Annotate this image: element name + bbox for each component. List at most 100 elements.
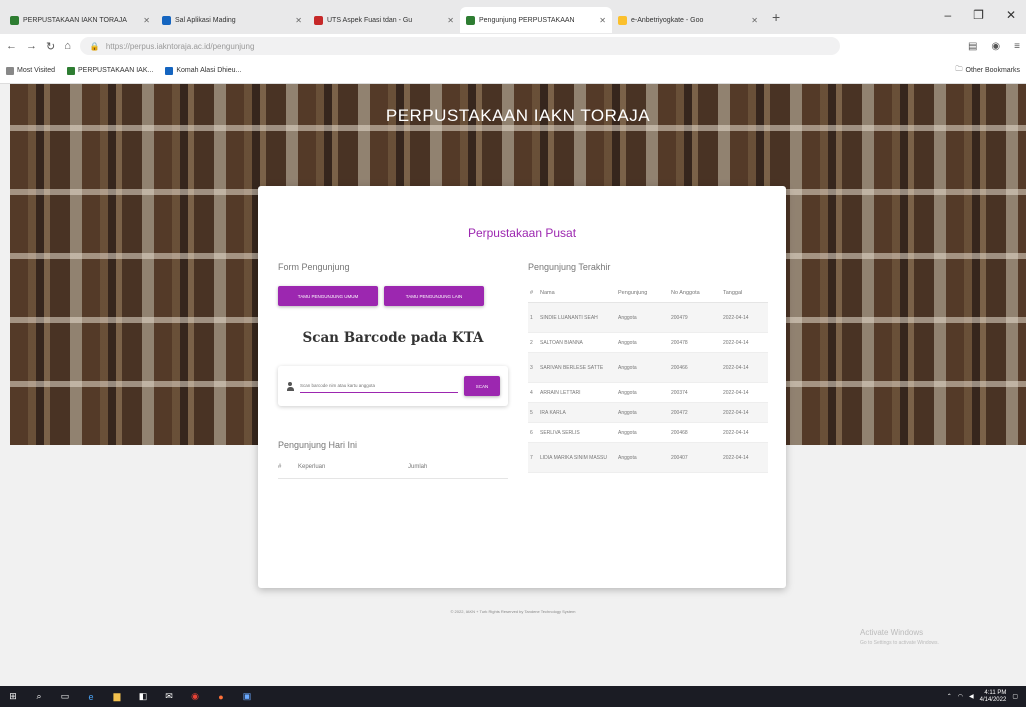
account-icon[interactable]: ◉ (991, 41, 1000, 52)
new-tab-button[interactable]: + (772, 9, 780, 25)
other-visitor-button[interactable]: TAMU PENGUNJUNG LAIN (384, 286, 484, 306)
bookmark-favicon-icon (165, 66, 174, 75)
guest-visitor-button[interactable]: TAMU PENGUNJUNG UMUM (278, 286, 378, 306)
windows-taskbar: ⊞ ⌕ ▭ e ▆ ◧ ✉ ◉ ● ▣ ⌃ ◠ ◀ 4:11 PM 4/14/2… (0, 686, 1026, 707)
forward-icon[interactable]: → (26, 40, 37, 52)
tab-title: PERPUSTAKAAN IAKN TORAJA (23, 16, 127, 24)
table-row: 1 SINDIE LUANANTI SEAH Anggota 200479 20… (528, 302, 768, 333)
close-tab-icon[interactable]: ✕ (751, 16, 758, 25)
bookmark-label: PERPUSTAKAAN IAK... (78, 67, 154, 74)
cell-tanggal: 2022-04-14 (721, 442, 768, 473)
chrome-icon[interactable]: ◉ (190, 691, 200, 702)
cell-no-anggota: 200479 (669, 302, 721, 333)
browser-tab[interactable]: Sal Aplikasi Mading ✕ (156, 7, 308, 33)
close-tab-icon[interactable]: ✕ (143, 16, 150, 25)
cell-tanggal: 2022-04-14 (721, 402, 768, 423)
url-text: https://perpus.iakntoraja.ac.id/pengunju… (105, 41, 255, 51)
bookmark-item[interactable]: PERPUSTAKAAN IAK... (67, 66, 154, 75)
address-bar-row: ← → ↻ ⌂ 🔒 https://perpus.iakntoraja.ac.i… (0, 34, 1026, 58)
today-label: Pengunjung Hari Ini (278, 440, 358, 450)
back-icon[interactable]: ← (6, 40, 17, 52)
browser-tab[interactable]: e-Anbetriyogkate - Goo ✕ (612, 7, 764, 33)
close-tab-icon[interactable]: ✕ (295, 16, 302, 25)
column-header: Jumlah (408, 464, 428, 470)
scan-button[interactable]: SCAN (464, 376, 500, 396)
clock[interactable]: 4:11 PM 4/14/2022 (980, 690, 1007, 704)
bookmark-item[interactable]: Most Visited (6, 66, 55, 75)
reload-icon[interactable]: ↻ (46, 40, 55, 53)
activate-subtitle: Go to Settings to activate Windows. (860, 640, 939, 646)
app-icon[interactable]: ▣ (242, 691, 252, 702)
volume-icon[interactable]: ◀ (969, 693, 974, 700)
task-view-icon[interactable]: ▭ (60, 691, 70, 702)
home-icon[interactable]: ⌂ (64, 40, 71, 52)
browser-tab-active[interactable]: Pengunjung PERPUSTAKAAN ✕ (460, 7, 612, 33)
cell-no: 3 (528, 352, 538, 383)
scan-title: Scan Barcode pada KTA (302, 330, 484, 346)
table-row: 2 SALTOAN BIANNA Anggota 200478 2022-04-… (528, 332, 768, 353)
cell-tanggal: 2022-04-14 (721, 352, 768, 383)
windows-start-icon[interactable]: ⊞ (8, 691, 18, 702)
activate-title: Activate Windows (860, 628, 924, 637)
cell-nama: LIDIA MARIKA SINIM MASSU (538, 442, 616, 473)
tray-chevron-icon[interactable]: ⌃ (947, 693, 952, 700)
network-icon[interactable]: ◠ (958, 693, 963, 700)
cell-tanggal: 2022-04-14 (721, 422, 768, 443)
table-row: 5 IRA KARLA Anggota 200472 2022-04-14 (528, 402, 768, 423)
visitor-card: Perpustakaan Pusat Form Pengunjung TAMU … (258, 186, 786, 588)
folder-icon: 🗀 (955, 66, 963, 73)
store-icon[interactable]: ◧ (138, 691, 148, 702)
tab-title: Sal Aplikasi Mading (175, 16, 236, 24)
recent-visitors-table: # Nama Pengunjung No Anggota Tanggal 1 S… (528, 284, 768, 473)
close-window-icon[interactable]: ✕ (1006, 8, 1016, 22)
recent-visitors-column: Pengunjung Terakhir # Nama Pengunjung No… (528, 262, 768, 473)
cell-no: 6 (528, 422, 538, 443)
cell-no: 7 (528, 442, 538, 473)
minimize-icon[interactable]: – (944, 8, 951, 22)
recent-label: Pengunjung Terakhir (528, 262, 611, 272)
extensions-icon[interactable]: ▤ (968, 41, 977, 52)
lock-icon: 🔒 (89, 41, 100, 51)
today-table-header: # Keperluan Jumlah (278, 464, 508, 479)
column-header: Nama (538, 284, 616, 303)
mail-icon[interactable]: ✉ (164, 691, 174, 702)
table-row: 4 ARRAIN LETTARI Anggota 200374 2022-04-… (528, 382, 768, 403)
cell-no-anggota: 200468 (669, 422, 721, 443)
page-footer: © 2022, IAKN + Turk Rights Reserved by T… (450, 609, 576, 614)
browser-tab[interactable]: PERPUSTAKAAN IAKN TORAJA ✕ (4, 7, 156, 33)
firefox-icon[interactable]: ● (216, 692, 226, 702)
bookmark-item[interactable]: Komah Alasi Dhieu... (165, 66, 241, 75)
maximize-icon[interactable]: ❐ (973, 8, 984, 22)
cell-nama: SARIVAN BERLESE SATTE (538, 352, 616, 383)
bookmark-favicon-icon (6, 66, 14, 75)
cell-tanggal: 2022-04-14 (721, 332, 768, 353)
close-tab-icon[interactable]: ✕ (599, 16, 606, 25)
cell-jenis: Anggota (616, 402, 669, 423)
tab-favicon-icon (466, 15, 475, 25)
url-field[interactable]: 🔒 https://perpus.iakntoraja.ac.id/pengun… (79, 37, 840, 55)
cell-nama: SINDIE LUANANTI SEAH (538, 302, 616, 333)
visitor-form-column: Form Pengunjung TAMU PENGUNJUNG UMUM TAM… (278, 262, 508, 479)
cell-no-anggota: 200466 (669, 352, 721, 383)
tab-favicon-icon (314, 15, 323, 25)
column-header: # (278, 464, 282, 470)
system-tray: ⌃ ◠ ◀ 4:11 PM 4/14/2022 ▢ (947, 690, 1018, 704)
cell-nama: SERLIVA SERLIS (538, 422, 616, 443)
browser-tab[interactable]: UTS Aspek Fuasi tdan - Gu ✕ (308, 7, 460, 33)
cell-no: 2 (528, 332, 538, 353)
column-header: Pengunjung (616, 284, 669, 303)
barcode-input[interactable] (300, 379, 458, 393)
edge-browser-icon[interactable]: e (86, 692, 96, 702)
tab-title: e-Anbetriyogkate - Goo (631, 16, 704, 24)
close-tab-icon[interactable]: ✕ (447, 16, 454, 25)
cell-jenis: Anggota (616, 422, 669, 443)
notifications-icon[interactable]: ▢ (1012, 693, 1018, 700)
table-row: 3 SARIVAN BERLESE SATTE Anggota 200466 2… (528, 352, 768, 383)
bookmark-label: Most Visited (17, 67, 55, 74)
other-bookmarks[interactable]: 🗀 Other Bookmarks (956, 65, 1020, 76)
column-header: No Anggota (669, 284, 721, 303)
search-icon[interactable]: ⌕ (34, 691, 44, 702)
file-explorer-icon[interactable]: ▆ (112, 691, 122, 702)
menu-icon[interactable]: ≡ (1014, 41, 1020, 52)
cell-no-anggota: 200472 (669, 402, 721, 423)
